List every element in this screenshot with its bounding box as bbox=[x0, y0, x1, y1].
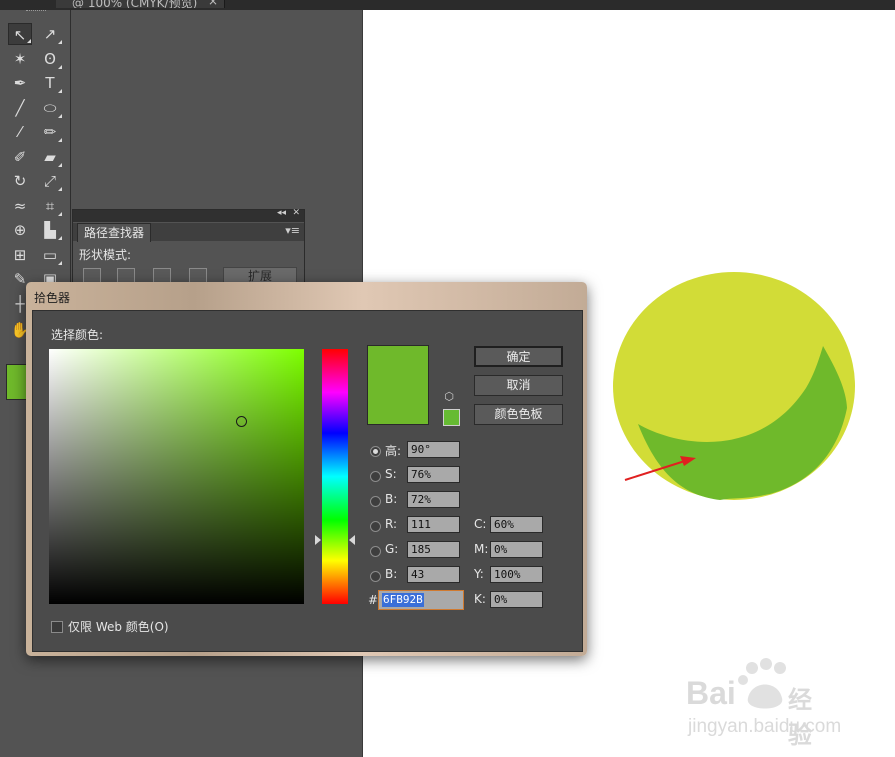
document-tab-bar: @ 100% (CMYK/预览) × bbox=[0, 0, 895, 10]
saturation-radio[interactable] bbox=[370, 471, 381, 482]
pathfinder-panel: ◂◂ ✕ 路径查找器 ▾≡ 形状模式: 扩展 bbox=[72, 208, 305, 291]
paintbrush-tool-icon[interactable]: ⁄ bbox=[8, 121, 32, 143]
hue-field[interactable]: 90° bbox=[407, 441, 460, 458]
tab-pathfinder[interactable]: 路径查找器 bbox=[77, 223, 152, 242]
width-tool-icon[interactable]: ≈ bbox=[8, 195, 32, 217]
hue-slider-handle-left[interactable] bbox=[315, 535, 321, 545]
color-cursor[interactable] bbox=[236, 416, 247, 427]
blue-radio[interactable] bbox=[370, 571, 381, 582]
brightness-label: B: bbox=[385, 492, 398, 506]
line-tool-icon[interactable]: ╱ bbox=[8, 97, 32, 119]
close-icon[interactable]: ✕ bbox=[292, 208, 300, 218]
hue-label: 高: bbox=[385, 444, 402, 458]
red-label: R: bbox=[385, 517, 398, 531]
green-label: G: bbox=[385, 542, 399, 556]
cyan-field[interactable]: 60% bbox=[490, 516, 543, 533]
graph-tool-icon[interactable]: ▙ bbox=[38, 219, 62, 241]
color-swatches-button[interactable]: 颜色色板 bbox=[474, 404, 563, 425]
flyout-indicator-icon bbox=[58, 64, 62, 69]
saturation-brightness-field[interactable] bbox=[49, 349, 304, 604]
flyout-indicator-icon bbox=[58, 211, 62, 216]
document-tab-title: @ 100% (CMYK/预览) bbox=[72, 0, 198, 8]
toolbox-grip[interactable] bbox=[26, 10, 46, 15]
dialog-body: 选择颜色: 仅限 Web 颜色(O) ⬡ 确定 取消 颜色色板 高: 90° S… bbox=[32, 310, 583, 652]
flyout-indicator-icon bbox=[58, 187, 62, 191]
green-field[interactable]: 185 bbox=[407, 541, 460, 558]
hex-field[interactable]: 6FB92B bbox=[378, 590, 464, 610]
saturation-label: S: bbox=[385, 467, 397, 481]
watermark-brand-2: 经验 bbox=[788, 686, 812, 749]
close-icon[interactable]: × bbox=[208, 0, 218, 8]
gradient-tool-icon[interactable]: ▭ bbox=[38, 244, 62, 266]
hue-slider[interactable] bbox=[322, 349, 348, 604]
blue-field[interactable]: 43 bbox=[407, 566, 460, 583]
saturation-field[interactable]: 76% bbox=[407, 466, 460, 483]
ok-button[interactable]: 确定 bbox=[474, 346, 563, 367]
lasso-tool-icon[interactable]: ʘ bbox=[38, 48, 62, 70]
cancel-button[interactable]: 取消 bbox=[474, 375, 563, 396]
watermark-url: jingyan.baidu.com bbox=[688, 716, 842, 737]
document-tab[interactable]: @ 100% (CMYK/预览) × bbox=[56, 0, 225, 8]
yellow-label: Y: bbox=[474, 567, 484, 581]
dialog-title: 拾色器 bbox=[34, 291, 71, 305]
eraser-tool-icon[interactable]: ▰ bbox=[38, 146, 62, 168]
red-radio[interactable] bbox=[370, 521, 381, 532]
blue-label: B: bbox=[385, 567, 398, 581]
panel-menu-icon[interactable]: ▾≡ bbox=[285, 224, 300, 237]
flyout-indicator-icon bbox=[27, 39, 31, 43]
brightness-radio[interactable] bbox=[370, 496, 381, 507]
brightness-field[interactable]: 72% bbox=[407, 491, 460, 508]
flyout-indicator-icon bbox=[58, 113, 62, 118]
black-field[interactable]: 0% bbox=[490, 591, 543, 608]
type-tool-icon[interactable]: T bbox=[38, 72, 62, 94]
flyout-indicator-icon bbox=[58, 89, 62, 93]
shape-modes-label: 形状模式: bbox=[79, 248, 132, 262]
black-label: K: bbox=[474, 592, 486, 606]
hue-radio[interactable] bbox=[370, 446, 381, 457]
watermark-brand: Bai bbox=[686, 675, 736, 711]
panel-header[interactable]: ◂◂ ✕ bbox=[73, 208, 304, 222]
shape-builder-tool-icon[interactable]: ⊕ bbox=[8, 219, 32, 241]
hex-value: 6FB92B bbox=[382, 593, 424, 607]
selection-tool-icon[interactable]: ↖ bbox=[8, 23, 32, 45]
select-color-label: 选择颜色: bbox=[51, 328, 104, 342]
green-radio[interactable] bbox=[370, 546, 381, 557]
web-colors-only-checkbox[interactable] bbox=[51, 621, 63, 633]
flyout-indicator-icon bbox=[58, 40, 62, 44]
cyan-label: C: bbox=[474, 517, 487, 531]
pen-tool-icon[interactable]: ✒ bbox=[8, 72, 32, 94]
web-colors-only-label: 仅限 Web 颜色(O) bbox=[68, 620, 169, 634]
web-safe-color-swatch[interactable] bbox=[443, 409, 460, 426]
ellipse-tool-icon[interactable]: ⬭ bbox=[38, 97, 62, 119]
magic-wand-tool-icon[interactable]: ✶ bbox=[8, 48, 32, 70]
hex-hash-label: # bbox=[368, 593, 379, 607]
mesh-tool-icon[interactable]: ⊞ bbox=[8, 244, 32, 266]
free-transform-tool-icon[interactable]: ⌗ bbox=[38, 195, 62, 217]
yellow-field[interactable]: 100% bbox=[490, 566, 543, 583]
scale-tool-icon[interactable]: ⤢ bbox=[38, 170, 62, 192]
artwork[interactable] bbox=[610, 268, 870, 508]
direct-selection-tool-icon[interactable]: ↗ bbox=[38, 23, 62, 45]
flyout-indicator-icon bbox=[58, 236, 62, 240]
magenta-field[interactable]: 0% bbox=[490, 541, 543, 558]
magenta-label: M: bbox=[474, 542, 489, 556]
collapse-icon[interactable]: ◂◂ bbox=[277, 208, 286, 218]
flyout-indicator-icon bbox=[58, 138, 62, 142]
pencil-tool-icon[interactable]: ✏ bbox=[38, 121, 62, 143]
red-field[interactable]: 111 bbox=[407, 516, 460, 533]
new-color-preview bbox=[367, 345, 429, 425]
flyout-indicator-icon bbox=[58, 260, 62, 265]
rotate-tool-icon[interactable]: ↻ bbox=[8, 170, 32, 192]
web-safe-cube-icon[interactable]: ⬡ bbox=[443, 391, 455, 403]
color-picker-dialog: 拾色器 选择颜色: 仅限 Web 颜色(O) ⬡ 确定 取消 颜色色板 高: 9… bbox=[26, 282, 587, 656]
flyout-indicator-icon bbox=[58, 162, 62, 167]
hue-slider-handle-right[interactable] bbox=[349, 535, 355, 545]
blob-brush-tool-icon[interactable]: ✐ bbox=[8, 146, 32, 168]
